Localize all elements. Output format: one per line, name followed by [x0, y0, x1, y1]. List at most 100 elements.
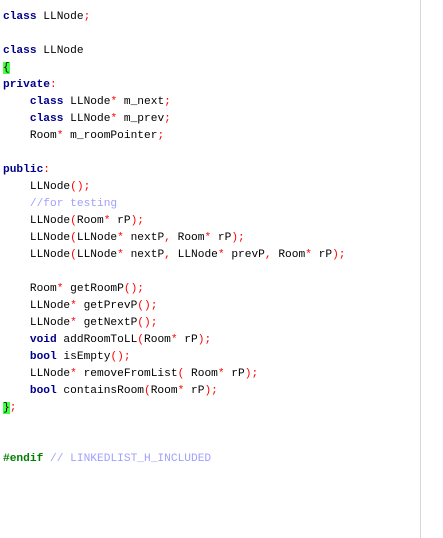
- code-line[interactable]: bool containsRoom(Room* rP);: [3, 383, 346, 400]
- code-token: m_roomPointer: [63, 130, 158, 142]
- code-line[interactable]: LLNode* getPrevP();: [3, 298, 346, 315]
- code-line[interactable]: [3, 417, 346, 434]
- operator: (: [144, 385, 151, 397]
- preprocessor-directive: #endif: [3, 453, 44, 465]
- code-token: LLNode: [3, 368, 71, 380]
- operator: ();: [137, 300, 158, 312]
- operator: *: [117, 249, 124, 261]
- operator: ();: [110, 351, 131, 363]
- code-line[interactable]: [3, 145, 346, 162]
- code-token: rP: [177, 334, 198, 346]
- code-line[interactable]: LLNode(LLNode* nextP, LLNode* prevP, Roo…: [3, 247, 346, 264]
- code-line[interactable]: };: [3, 400, 346, 417]
- code-line[interactable]: LLNode();: [3, 179, 346, 196]
- code-line[interactable]: class LLNode: [3, 43, 346, 60]
- code-token: getNextP: [76, 317, 138, 329]
- operator: *: [217, 249, 225, 261]
- code-token: LLNode: [3, 317, 71, 329]
- code-token: LLNode: [3, 300, 71, 312]
- operator: ;: [9, 402, 17, 414]
- code-line[interactable]: class LLNode* m_prev;: [3, 111, 346, 128]
- code-token: rP: [184, 385, 205, 397]
- operator: ,: [264, 249, 272, 261]
- operator: );: [197, 334, 212, 346]
- code-token: isEmpty: [56, 351, 111, 363]
- matched-brace: }: [3, 402, 10, 414]
- code-token: rP: [110, 215, 131, 227]
- code-token: nextP: [123, 249, 165, 261]
- operator: );: [231, 232, 245, 244]
- code-line[interactable]: Room* getRoomP();: [3, 281, 346, 298]
- code-editor[interactable]: class LLNode; class LLNode {private: clas…: [0, 0, 421, 538]
- code-line[interactable]: LLNode(LLNode* nextP, Room* rP);: [3, 230, 346, 247]
- operator: );: [204, 385, 218, 397]
- code-line[interactable]: [3, 26, 346, 43]
- code-token: LLNode: [3, 215, 71, 227]
- code-token: Room: [170, 232, 205, 244]
- keyword: bool: [29, 385, 57, 397]
- code-token: LLNode: [63, 96, 111, 108]
- code-line[interactable]: #endif // LINKEDLIST_H_INCLUDED: [3, 451, 346, 468]
- code-line[interactable]: private:: [3, 77, 346, 94]
- operator: *: [305, 249, 312, 261]
- code-text-area[interactable]: class LLNode; class LLNode {private: clas…: [3, 9, 346, 468]
- keyword: class: [3, 45, 37, 57]
- code-token: LLNode: [3, 181, 71, 193]
- code-line[interactable]: [3, 434, 346, 451]
- operator: *: [170, 334, 178, 346]
- code-line[interactable]: class LLNode;: [3, 9, 346, 26]
- code-line[interactable]: LLNode* removeFromList( Room* rP);: [3, 366, 346, 383]
- operator: *: [217, 368, 225, 380]
- code-token: LLNode: [170, 249, 218, 261]
- code-token: LLNode: [3, 249, 71, 261]
- operator: (: [137, 334, 145, 346]
- code-token: containsRoom: [56, 385, 144, 397]
- comment: //for testing: [29, 198, 118, 210]
- code-line[interactable]: bool isEmpty();: [3, 349, 346, 366]
- code-line[interactable]: class LLNode* m_next;: [3, 94, 346, 111]
- operator: (: [70, 249, 77, 261]
- operator: (: [70, 215, 77, 227]
- code-token: Room: [144, 334, 171, 346]
- code-token: LLNode: [63, 113, 111, 125]
- operator: ;: [83, 11, 91, 23]
- code-token: rP: [224, 368, 245, 380]
- code-token: m_prev: [117, 113, 165, 125]
- code-token: Room: [3, 130, 57, 142]
- code-token: Room: [271, 249, 306, 261]
- code-token: Room: [184, 368, 218, 380]
- keyword: void: [29, 334, 57, 346]
- keyword: class: [29, 113, 64, 125]
- code-token: Room: [76, 215, 104, 227]
- operator: ;: [164, 113, 171, 125]
- comment: // LINKEDLIST_H_INCLUDED: [50, 453, 212, 465]
- code-line[interactable]: [3, 264, 346, 281]
- code-line[interactable]: public:: [3, 162, 346, 179]
- keyword: class: [3, 11, 37, 23]
- operator: ;: [157, 130, 165, 142]
- code-line[interactable]: LLNode* getNextP();: [3, 315, 346, 332]
- code-line[interactable]: LLNode(Room* rP);: [3, 213, 346, 230]
- operator: *: [117, 232, 124, 244]
- keyword: bool: [29, 351, 57, 363]
- code-token: rP: [311, 249, 333, 261]
- code-token: Room: [150, 385, 178, 397]
- code-token: LLNode: [36, 11, 84, 23]
- code-token: Room: [3, 283, 57, 295]
- keyword: public: [3, 164, 44, 176]
- operator: ,: [164, 232, 171, 244]
- operator: ,: [164, 249, 171, 261]
- code-token: rP: [211, 232, 232, 244]
- operator: ();: [70, 181, 91, 193]
- operator: );: [332, 249, 346, 261]
- code-line[interactable]: void addRoomToLL(Room* rP);: [3, 332, 346, 349]
- code-line[interactable]: Room* m_roomPointer;: [3, 128, 346, 145]
- code-token: addRoomToLL: [56, 334, 138, 346]
- code-line[interactable]: //for testing: [3, 196, 346, 213]
- code-line[interactable]: {: [3, 60, 346, 77]
